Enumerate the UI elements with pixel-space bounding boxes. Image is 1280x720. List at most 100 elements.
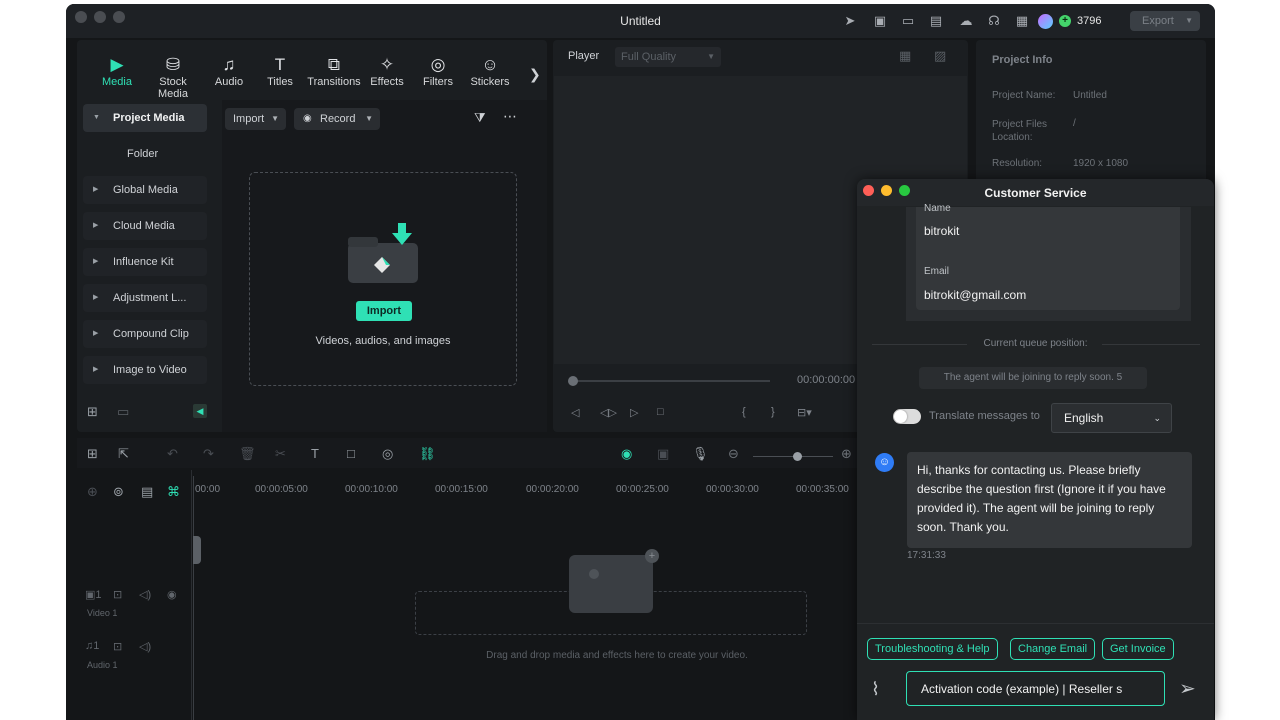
crop-icon[interactable]: □: [347, 446, 355, 461]
zoom-in-icon[interactable]: ⊕: [841, 446, 852, 462]
sidebar-item-compound-clip[interactable]: ▶ Compound Clip: [83, 320, 207, 348]
send-feedback-icon[interactable]: ➤: [842, 13, 858, 29]
add-track-icon[interactable]: ⊕: [87, 484, 98, 500]
translate-toggle[interactable]: [893, 409, 921, 424]
scrubber-handle[interactable]: [568, 376, 578, 386]
language-value: English: [1064, 411, 1104, 425]
task-list-icon[interactable]: ▣: [872, 13, 888, 29]
delete-icon[interactable]: 🗑: [239, 446, 256, 462]
stickers-icon: ☺: [481, 55, 499, 74]
ai-assistant-icon[interactable]: ◉: [621, 446, 632, 462]
insert-options-icon[interactable]: ⊟▾: [797, 406, 812, 419]
speaker-icon[interactable]: ◁): [139, 640, 151, 653]
tab-transitions[interactable]: ⧉ Transitions: [304, 54, 364, 88]
quick-reply-change-email[interactable]: Change Email: [1010, 638, 1096, 660]
zoom-out-icon[interactable]: ⊖: [728, 446, 739, 462]
caret-down-icon: ▼: [93, 114, 100, 121]
project-files-value: /: [1073, 118, 1076, 129]
link-icon[interactable]: ⛓: [419, 446, 436, 462]
sidebar-item-cloud-media[interactable]: ▶ Cloud Media: [83, 212, 207, 240]
credit-coin-icon: +: [1059, 15, 1071, 27]
title-bar: Untitled ➤ ▣ ▭ ▤ ☁ ☊ ▦ + 3796 Export ▼: [66, 4, 1215, 38]
sidebar-item-folder[interactable]: Folder: [83, 140, 207, 168]
apps-grid-icon[interactable]: ▦: [1014, 13, 1030, 29]
drop-zone-caption: Videos, audios, and images: [315, 335, 451, 347]
snapshot-icon[interactable]: ▣: [657, 446, 669, 462]
rewind-icon[interactable]: ◁▷: [600, 406, 617, 419]
avatar[interactable]: [1038, 13, 1053, 29]
snapshot-icon[interactable]: ▨: [934, 48, 946, 64]
undo-icon[interactable]: ↶: [167, 446, 178, 462]
tab-titles[interactable]: T Titles: [250, 54, 310, 88]
project-info-panel: Project Info Project Name: Untitled Proj…: [976, 40, 1206, 200]
playback-scrubber[interactable]: [568, 376, 770, 386]
layout-icon[interactable]: ▭: [900, 13, 916, 29]
headset-icon[interactable]: ☊: [986, 13, 1002, 29]
sidebar-item-global-media[interactable]: ▶ Global Media: [83, 176, 207, 204]
export-button[interactable]: Export ▼: [1130, 11, 1200, 31]
lock-icon[interactable]: ⊡: [113, 588, 122, 601]
lock-icon[interactable]: ⊡: [113, 640, 122, 653]
speaker-icon[interactable]: ◁): [139, 588, 151, 601]
quick-reply-troubleshooting[interactable]: Troubleshooting & Help: [867, 638, 998, 660]
track-resize-handle[interactable]: [193, 536, 201, 564]
folder-icon[interactable]: ▭: [117, 404, 129, 420]
mark-in-icon[interactable]: {: [742, 406, 746, 418]
plus-icon: +: [645, 549, 659, 563]
import-button[interactable]: Import: [356, 301, 412, 321]
caret-right-icon: ▶: [93, 222, 99, 229]
mark-out-icon[interactable]: }: [771, 406, 775, 418]
new-folder-icon[interactable]: ⊞: [87, 404, 98, 420]
quick-reply-get-invoice[interactable]: Get Invoice: [1102, 638, 1174, 660]
tab-filters[interactable]: ◎ Filters: [408, 54, 468, 88]
playhead[interactable]: [193, 476, 194, 720]
linked-clips-icon[interactable]: ⊚: [113, 484, 124, 500]
previous-frame-icon[interactable]: ◁: [571, 406, 579, 419]
magnet-icon[interactable]: ⌘: [167, 484, 180, 500]
eye-icon[interactable]: ◉: [167, 588, 177, 601]
sidebar-item-adjustment-layer[interactable]: ▶ Adjustment L...: [83, 284, 207, 312]
track-manager-icon[interactable]: ▤: [141, 484, 153, 500]
credits-area[interactable]: + 3796: [1038, 11, 1101, 31]
redo-icon[interactable]: ↷: [203, 446, 214, 462]
tab-media[interactable]: ▶ Media: [87, 54, 147, 88]
filter-sort-icon[interactable]: ⧩: [474, 110, 486, 126]
zoom-slider-handle[interactable]: [793, 452, 802, 461]
record-dropdown[interactable]: ◉ Record ▼: [294, 108, 380, 130]
microphone-icon[interactable]: 🎙: [692, 446, 709, 462]
chevron-right-icon[interactable]: ❯: [529, 66, 541, 83]
save-icon[interactable]: ▤: [928, 13, 944, 29]
layout-grid-icon[interactable]: ⊞: [87, 446, 98, 462]
contact-form-card: Name bitrokit Email bitrokit@gmail.com: [906, 203, 1191, 321]
grid-view-icon[interactable]: ▦: [899, 48, 911, 64]
name-label: Name: [924, 203, 951, 214]
sidebar-item-image-to-video[interactable]: ▶ Image to Video: [83, 356, 207, 384]
select-tool-icon[interactable]: ⇱: [118, 446, 129, 462]
ai-tools-icon[interactable]: ◎: [382, 446, 393, 462]
language-select[interactable]: English ⌄: [1051, 403, 1172, 433]
filters-icon: ◎: [430, 55, 446, 74]
sidebar-footer: ⊞ ▭ ◀: [87, 404, 207, 420]
message-input[interactable]: [906, 671, 1165, 706]
tab-stickers[interactable]: ☺ Stickers: [460, 54, 520, 88]
import-dropdown[interactable]: Import ▼: [225, 108, 286, 130]
sidebar-item-influence-kit[interactable]: ▶ Influence Kit: [83, 248, 207, 276]
attach-icon[interactable]: ⌇: [871, 679, 880, 700]
more-options-icon[interactable]: ⋯: [503, 108, 517, 125]
send-icon[interactable]: ➢: [1179, 676, 1196, 701]
zoom-slider[interactable]: [753, 452, 833, 461]
email-value: bitrokit@gmail.com: [924, 288, 1027, 302]
cloud-upload-icon[interactable]: ☁: [958, 13, 974, 29]
stop-icon[interactable]: □: [657, 406, 664, 418]
text-tool-icon[interactable]: T: [311, 446, 319, 461]
tab-label: Media: [102, 76, 132, 88]
collapse-sidebar-icon[interactable]: ◀: [193, 404, 207, 418]
import-drop-zone[interactable]: Import Videos, audios, and images: [249, 172, 517, 386]
sidebar-item-project-media[interactable]: ▼ Project Media: [83, 104, 207, 132]
divider: [1102, 344, 1200, 345]
play-icon[interactable]: ▷: [630, 406, 638, 419]
media-icon: ▶: [110, 55, 124, 74]
tab-stock-media[interactable]: ⛁ Stock Media: [143, 54, 203, 100]
cut-icon[interactable]: ✂: [275, 446, 286, 462]
quality-select[interactable]: Full Quality ▼: [615, 47, 721, 67]
